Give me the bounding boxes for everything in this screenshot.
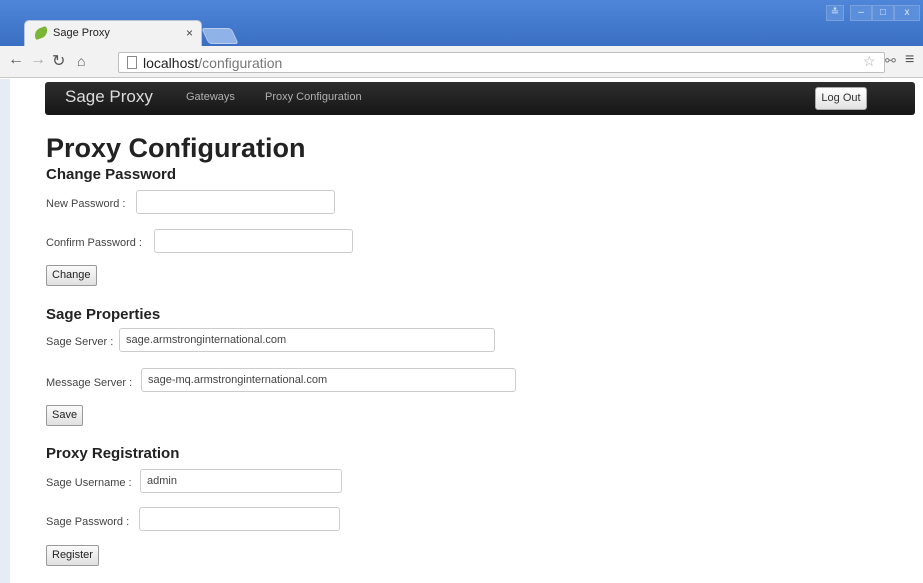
extension-icon[interactable]: ⚯ [885,53,896,69]
register-button[interactable]: Register [46,545,99,566]
sage-properties-heading: Sage Properties [46,306,161,323]
sage-username-label: Sage Username : [46,477,132,489]
change-password-heading: Change Password [46,166,177,183]
window-titlebar: Sage Proxy × ≛ – □ x [0,0,923,46]
url-path: /configuration [198,55,283,71]
message-server-field[interactable] [141,368,516,392]
maximize-button[interactable]: □ [872,5,894,21]
menu-icon[interactable]: ≡ [905,51,914,69]
page-icon [127,56,137,69]
address-bar[interactable]: localhost/configuration [118,52,885,73]
leaf-icon [32,25,50,41]
logout-button[interactable]: Log Out [815,87,867,110]
new-password-label: New Password : [46,198,126,210]
new-tab-button[interactable] [201,28,239,44]
user-icon[interactable]: ≛ [826,5,844,21]
brand-link[interactable]: Sage Proxy [65,87,153,107]
confirm-password-field[interactable] [154,229,353,253]
url-text: localhost/configuration [143,55,282,71]
home-icon[interactable]: ⌂ [77,53,85,69]
proxy-registration-heading: Proxy Registration [46,445,180,462]
minimize-button[interactable]: – [850,5,872,21]
site-navbar: Sage Proxy Gateways Proxy Configuration … [45,82,915,115]
sage-server-field[interactable] [119,328,495,352]
tab-title: Sage Proxy [53,27,110,39]
save-button[interactable]: Save [46,405,84,426]
browser-tab[interactable]: Sage Proxy × [24,20,202,46]
sage-server-label: Sage Server : [46,336,114,348]
bookmark-star-icon[interactable]: ☆ [863,53,876,70]
confirm-password-label: Confirm Password : [46,237,142,249]
close-window-button[interactable]: x [894,5,920,21]
sage-password-label: Sage Password : [46,516,130,528]
reload-icon[interactable]: ↻ [52,51,65,71]
nav-link-proxy-configuration[interactable]: Proxy Configuration [265,91,362,103]
window-left-border [0,79,10,583]
browser-toolbar: ← → ↻ ⌂ localhost/configuration [0,46,923,78]
change-button[interactable]: Change [46,265,97,286]
close-tab-icon[interactable]: × [186,26,193,40]
url-host: localhost [143,55,199,71]
page-title: Proxy Configuration [46,133,306,163]
message-server-label: Message Server : [46,377,133,389]
forward-arrow-icon[interactable]: → [30,51,46,69]
back-arrow-icon[interactable]: ← [8,51,24,69]
nav-link-gateways[interactable]: Gateways [186,91,235,103]
sage-password-field[interactable] [139,507,340,531]
new-password-field[interactable] [136,190,335,214]
sage-username-field[interactable] [140,469,342,493]
